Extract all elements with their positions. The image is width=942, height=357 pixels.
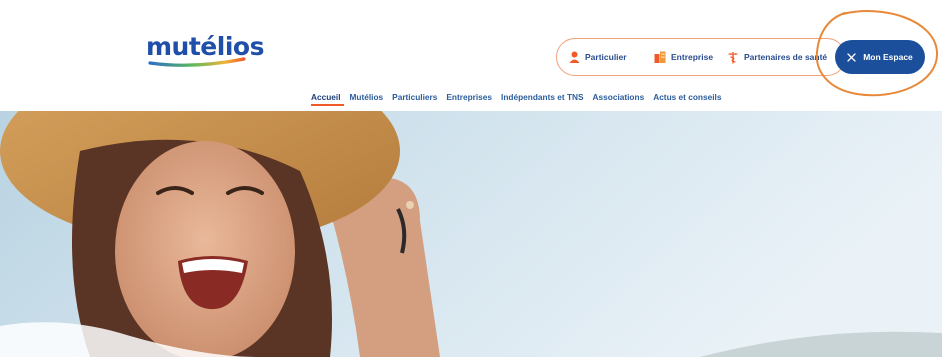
audience-label: Partenaires de santé — [744, 52, 828, 62]
logo-swoosh-icon — [148, 57, 246, 67]
mon-espace-button[interactable]: Mon Espace — [835, 40, 925, 74]
person-icon — [569, 51, 580, 63]
caduceus-icon — [728, 51, 738, 63]
nav-active-indicator — [311, 104, 344, 106]
nav-item-accueil[interactable]: Accueil — [311, 91, 341, 105]
nav-item-entreprises[interactable]: Entreprises — [446, 91, 492, 105]
nav-item-associations[interactable]: Associations — [593, 91, 645, 105]
nav-item-mutelios[interactable]: Mutélios — [350, 91, 384, 105]
nav-item-independants-tns[interactable]: Indépendants et TNS — [501, 91, 584, 105]
audience-switcher: Particulier Entreprise Partenaires de sa… — [556, 38, 846, 76]
audience-particulier[interactable]: Particulier — [569, 39, 627, 75]
audience-partenaires-sante[interactable]: Partenaires de santé — [727, 39, 827, 75]
mon-espace-label: Mon Espace — [863, 52, 913, 62]
audience-entreprise[interactable]: Entreprise — [654, 39, 713, 75]
building-icon — [654, 51, 666, 63]
close-icon — [847, 52, 856, 62]
hero-image — [0, 111, 942, 357]
mutelios-logo[interactable]: mutélios — [146, 32, 264, 72]
main-nav: Accueil Mutélios Particuliers Entreprise… — [311, 91, 721, 105]
audience-label: Entreprise — [671, 52, 714, 62]
nav-item-particuliers[interactable]: Particuliers — [392, 91, 437, 105]
audience-label: Particulier — [585, 52, 627, 62]
hero-photo — [0, 111, 942, 357]
nav-item-actus-conseils[interactable]: Actus et conseils — [653, 91, 721, 105]
